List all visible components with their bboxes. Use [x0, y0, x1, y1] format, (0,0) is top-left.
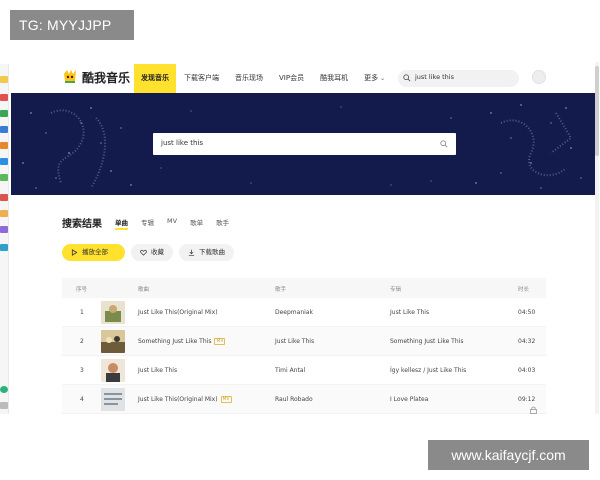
sidebar-app-icon[interactable]: [0, 158, 8, 165]
song-title[interactable]: Just Like This(Original Mix): [138, 309, 218, 316]
song-duration: 04:03: [518, 367, 536, 374]
song-title[interactable]: Just Like This(Original Mix) MV: [138, 396, 232, 403]
kuwo-logo-icon[interactable]: [62, 68, 78, 84]
nav-discover-music[interactable]: 发现音乐: [134, 64, 176, 93]
sidebar-app-icon[interactable]: [0, 194, 8, 201]
sidebar-app-icon[interactable]: [0, 244, 8, 251]
page-scrollbar[interactable]: [595, 62, 599, 414]
top-header: 酷我音乐 发现音乐 下载客户端 音乐现场 VIP会员 酷我耳机 更多 ⌄ just…: [10, 60, 595, 93]
table-row[interactable]: 2 Something Just Like This MV Just Like T…: [62, 327, 546, 356]
singer-name[interactable]: Raul Robado: [275, 396, 313, 403]
song-title[interactable]: Just Like This: [138, 367, 177, 374]
tab-albums[interactable]: 专辑: [141, 217, 154, 230]
nav-vip[interactable]: VIP会员: [271, 64, 312, 93]
album-name[interactable]: I Love Platea: [390, 396, 428, 403]
table-row[interactable]: 4 Just Like This(Original Mix) MV Raul Ro…: [62, 385, 546, 414]
tab-songs[interactable]: 单曲: [115, 217, 128, 230]
results-title: 搜索结果: [62, 219, 102, 230]
search-icon[interactable]: [403, 74, 411, 82]
app-name[interactable]: 酷我音乐: [82, 69, 130, 86]
row-index: 3: [80, 367, 84, 374]
banner-search-value: just like this: [161, 139, 203, 147]
singer-name[interactable]: Timi Antal: [275, 367, 305, 374]
album-cover-image[interactable]: [101, 330, 125, 353]
song-title-text: Just Like This(Original Mix): [138, 396, 218, 403]
nav-download-client[interactable]: 下载客户端: [176, 64, 227, 93]
play-all-button[interactable]: 播放全部: [62, 244, 125, 261]
download-icon: [188, 249, 195, 256]
row-index: 2: [80, 338, 84, 345]
scrollbar-thumb[interactable]: [595, 66, 599, 156]
nav-more[interactable]: 更多 ⌄: [356, 64, 393, 93]
heart-icon: [140, 249, 147, 256]
table-header: 序号 歌曲 歌手 专辑 时长: [62, 278, 546, 298]
song-duration: 04:50: [518, 309, 536, 316]
singer-name[interactable]: Deepmaniak: [275, 309, 313, 316]
song-title[interactable]: Something Just Like This MV: [138, 338, 226, 345]
sidebar-app-icon[interactable]: [0, 110, 8, 117]
sidebar-app-icon[interactable]: [0, 226, 8, 233]
header-search-value: just like this: [415, 73, 454, 81]
song-duration: 09:12: [518, 396, 536, 403]
watermark-bottom-right: www.kaifaycjf.com: [428, 440, 589, 470]
col-album: 专辑: [390, 287, 402, 293]
lock-icon[interactable]: [530, 406, 537, 414]
play-all-label: 播放全部: [82, 248, 108, 256]
album-cover-image[interactable]: [101, 359, 125, 382]
col-duration: 时长: [518, 287, 530, 293]
col-index: 序号: [76, 287, 88, 293]
results-tabs: 单曲 专辑 MV 歌单 歌手: [115, 217, 242, 230]
sidebar-app-icon[interactable]: [0, 142, 8, 149]
table-row[interactable]: 3 Just Like This Timi Antal Így kellesz …: [62, 356, 546, 385]
action-bar: 播放全部 收藏 下载歌曲: [62, 244, 240, 261]
tab-playlists[interactable]: 歌单: [190, 217, 203, 230]
banner-search-input[interactable]: just like this: [153, 133, 456, 155]
play-icon: [71, 249, 78, 256]
album-name[interactable]: Így kellesz / Just Like This: [390, 367, 466, 374]
col-song: 歌曲: [138, 287, 150, 293]
table-row[interactable]: 1 Just Like This(Original Mix) Deepmania…: [62, 298, 546, 327]
song-table: 序号 歌曲 歌手 专辑 时长 1 Just Like This(Original…: [62, 278, 546, 414]
nav-live-music[interactable]: 音乐现场: [227, 64, 271, 93]
search-banner: just like this: [11, 93, 595, 195]
nav-more-label: 更多: [364, 74, 379, 82]
tab-singers[interactable]: 歌手: [216, 217, 229, 230]
download-songs-button[interactable]: 下载歌曲: [179, 244, 234, 261]
singer-name[interactable]: Just Like This: [275, 338, 314, 345]
sidebar-app-icon[interactable]: [0, 210, 8, 217]
browser-window: 酷我音乐 发现音乐 下载客户端 音乐现场 VIP会员 酷我耳机 更多 ⌄ just…: [0, 60, 600, 416]
row-index: 1: [80, 309, 84, 316]
sidebar-app-icon[interactable]: [0, 174, 8, 181]
album-name[interactable]: Just Like This: [390, 309, 429, 316]
watermark-top-left: TG: MYYJJPP: [10, 10, 134, 40]
song-duration: 04:32: [518, 338, 536, 345]
tab-mv[interactable]: MV: [167, 217, 177, 230]
browser-sidebar-strip: [0, 64, 9, 414]
album-cover-image[interactable]: [101, 388, 125, 411]
album-cover-image[interactable]: [101, 301, 125, 324]
col-singer: 歌手: [275, 287, 287, 293]
avatar[interactable]: [532, 70, 546, 84]
chevron-down-icon: ⌄: [380, 75, 386, 82]
main-nav: 发现音乐 下载客户端 音乐现场 VIP会员 酷我耳机 更多 ⌄: [134, 64, 393, 93]
sidebar-star-icon[interactable]: [0, 76, 8, 83]
mv-badge[interactable]: MV: [214, 338, 226, 345]
row-index: 4: [80, 396, 84, 403]
song-title-text: Something Just Like This: [138, 338, 212, 345]
sidebar-app-icon[interactable]: [0, 126, 8, 133]
search-icon[interactable]: [440, 140, 448, 148]
header-search-input[interactable]: just like this: [398, 70, 519, 87]
mv-badge[interactable]: MV: [220, 396, 232, 403]
album-name[interactable]: Something Just Like This: [390, 338, 463, 345]
sidebar-chat-icon[interactable]: [0, 386, 8, 393]
favorite-label: 收藏: [151, 248, 164, 256]
sidebar-weibo-icon[interactable]: [0, 94, 8, 101]
nav-headphones[interactable]: 酷我耳机: [312, 64, 356, 93]
favorite-button[interactable]: 收藏: [131, 244, 173, 261]
download-label: 下载歌曲: [199, 248, 225, 256]
sidebar-collapse-icon[interactable]: [0, 402, 8, 409]
